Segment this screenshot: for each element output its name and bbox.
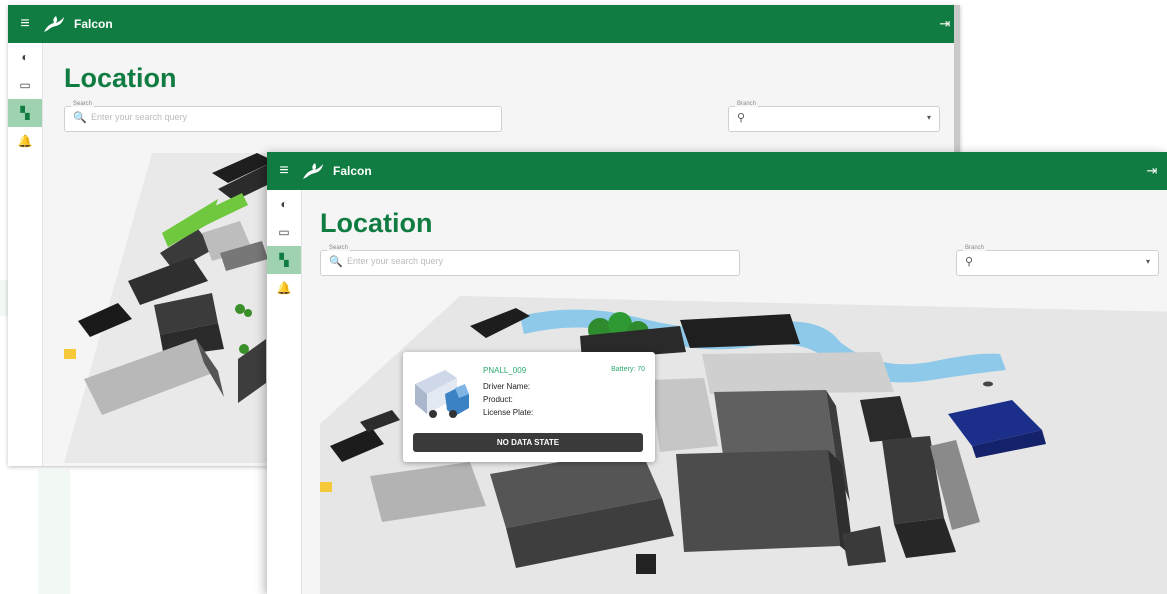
search-field[interactable]: Search 🔍 [320,245,740,276]
license-plate-label: License Plate: [483,408,534,417]
driver-name-label: Driver Name: [483,382,531,391]
scrollbar[interactable] [954,5,960,175]
chevron-down-icon: ▾ [926,113,931,122]
nav-dashboard-icon[interactable]: ◐ [267,190,301,218]
battery-status: Battery: 70 [611,366,645,373]
menu-icon[interactable]: ≡ [8,15,42,33]
vehicle-info-popup: PNALL_009 Battery: 70 Driver Name: Produ… [403,352,655,462]
app-title: Falcon [333,164,372,178]
search-field[interactable]: Search 🔍 [64,101,502,132]
top-app-bar: ≡ Falcon ⇥ [267,152,1167,190]
nav-dashboard-icon[interactable]: ◐ [8,43,42,71]
app-window-front: ≡ Falcon ⇥ ◐ ▭ ▚ 🔔 Location Search 🔍 Bra… [267,152,1167,594]
location-pin-icon: ⚲ [965,256,974,268]
branch-select[interactable]: Branch ⚲ ▾ [956,245,1159,276]
nav-location-icon[interactable]: ▚ [267,246,301,274]
search-icon: 🔍 [73,112,87,124]
side-nav: ◐ ▭ ▚ 🔔 [8,43,43,466]
search-input[interactable] [345,255,684,267]
search-label: Search [327,245,351,251]
nav-devices-icon[interactable]: ▭ [8,71,42,99]
branch-label: Branch [963,245,987,251]
falcon-logo-icon [301,160,329,182]
truck-icon [415,370,469,418]
nav-alerts-icon[interactable]: 🔔 [267,274,301,302]
falcon-logo-icon [42,13,70,35]
vehicle-id[interactable]: PNALL_009 [483,366,526,375]
app-title: Falcon [74,17,113,31]
main-content: Location Search 🔍 Branch ⚲ ▾ [301,190,1167,594]
search-label: Search [71,101,95,107]
side-nav: ◐ ▭ ▚ 🔔 [267,190,302,594]
top-app-bar: ≡ Falcon ⇥ [8,5,960,43]
background-decoration [38,470,70,594]
nav-location-icon[interactable]: ▚ [8,99,42,127]
logout-icon[interactable]: ⇥ [1137,163,1167,179]
search-icon: 🔍 [329,256,343,268]
no-data-state-button[interactable]: NO DATA STATE [413,433,643,452]
page-title: Location [320,208,433,238]
product-label: Product: [483,395,513,404]
page-title: Location [64,63,177,93]
menu-icon[interactable]: ≡ [267,162,301,180]
nav-devices-icon[interactable]: ▭ [267,218,301,246]
search-input[interactable] [89,111,442,123]
branch-label: Branch [735,101,759,107]
branch-select[interactable]: Branch ⚲ ▾ [728,101,940,132]
nav-alerts-icon[interactable]: 🔔 [8,127,42,155]
location-pin-icon: ⚲ [737,112,746,124]
chevron-down-icon: ▾ [1145,257,1150,266]
